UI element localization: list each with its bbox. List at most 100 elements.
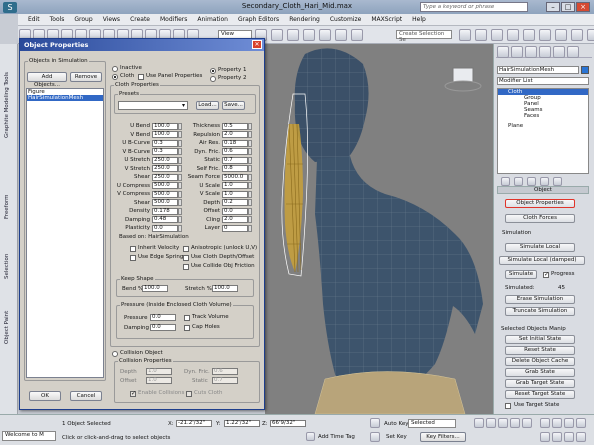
- object-properties-button[interactable]: Object Properties: [505, 199, 575, 208]
- motion-tab-icon[interactable]: [539, 45, 551, 58]
- goto-start-icon[interactable]: [474, 418, 484, 428]
- render-setup-icon[interactable]: [571, 29, 583, 41]
- menu-views[interactable]: Views: [103, 16, 120, 23]
- maxscript-listener[interactable]: Welcome to M: [2, 431, 56, 441]
- tab-freeform[interactable]: Freeform: [4, 195, 10, 220]
- configure-sets-icon[interactable]: [553, 176, 562, 186]
- simulate-button[interactable]: Simulate: [505, 270, 537, 279]
- spinner-arrows-icon[interactable]: [178, 139, 182, 147]
- angle-snap-icon[interactable]: [303, 29, 315, 41]
- menu-help[interactable]: Help: [412, 16, 426, 23]
- use-edge-springs-checkbox[interactable]: [130, 255, 136, 261]
- spinner-arrows-icon[interactable]: [248, 182, 252, 190]
- use-collide-friction-checkbox[interactable]: [183, 264, 189, 270]
- set-key-icon[interactable]: [370, 432, 380, 442]
- set-key-button[interactable]: Set Key: [386, 434, 407, 440]
- max-toggle-icon[interactable]: [576, 432, 586, 442]
- reset-target-state-button[interactable]: Reset Target State: [505, 390, 575, 399]
- spinner-arrows-icon[interactable]: [178, 165, 182, 173]
- show-end-result-icon[interactable]: [514, 176, 523, 186]
- cancel-button[interactable]: Cancel: [70, 391, 102, 401]
- use-target-state-checkbox[interactable]: [505, 403, 511, 409]
- coord-x-field[interactable]: -21.2'/32": [176, 420, 212, 427]
- param-spinner[interactable]: 0: [222, 224, 248, 232]
- make-unique-icon[interactable]: [527, 176, 536, 186]
- menu-animation[interactable]: Animation: [197, 16, 228, 23]
- anisotropic-checkbox[interactable]: [183, 246, 189, 252]
- param-spinner[interactable]: 0.178: [152, 207, 178, 215]
- spinner-arrows-icon[interactable]: [178, 182, 182, 190]
- spinner-arrows-icon[interactable]: [178, 148, 182, 156]
- named-selection-sets[interactable]: Create Selection Se: [396, 30, 452, 43]
- graphite-icon[interactable]: [507, 29, 519, 41]
- collision-depth-spinner[interactable]: 1.0: [146, 368, 172, 375]
- simulate-local-damped-button[interactable]: Simulate Local (damped): [499, 256, 585, 265]
- modify-tab-icon[interactable]: [511, 45, 523, 58]
- param-spinner[interactable]: 500.0: [152, 190, 178, 198]
- delete-object-cache-button[interactable]: Delete Object Cache: [505, 357, 575, 366]
- menu-modifiers[interactable]: Modifiers: [160, 16, 187, 23]
- param-spinner[interactable]: 0.8: [222, 165, 248, 173]
- remove-modifier-icon[interactable]: [540, 176, 549, 186]
- track-volume-checkbox[interactable]: [184, 315, 190, 321]
- viewcube-icon[interactable]: [444, 67, 482, 92]
- object-name-field[interactable]: HairSimulationMesh: [497, 66, 579, 74]
- next-frame-icon[interactable]: [510, 418, 520, 428]
- progress-checkbox[interactable]: [543, 271, 549, 278]
- param-spinner[interactable]: 500.0: [152, 199, 178, 207]
- spinner-arrows-icon[interactable]: [178, 131, 182, 139]
- pin-stack-icon[interactable]: [501, 176, 510, 186]
- spinner-arrows-icon[interactable]: [248, 156, 252, 164]
- menu-tools[interactable]: Tools: [50, 16, 65, 23]
- save-preset-button[interactable]: Save...: [222, 101, 245, 110]
- spinner-arrows-icon[interactable]: [248, 199, 252, 207]
- dialog-close-button[interactable]: ✕: [252, 40, 262, 49]
- collision-dynfric-spinner[interactable]: 0.6: [212, 368, 238, 375]
- param-spinner[interactable]: 0.7: [222, 156, 248, 164]
- reset-state-button[interactable]: Reset State: [505, 346, 575, 355]
- spinner-snap-icon[interactable]: [335, 29, 347, 41]
- align-icon[interactable]: [475, 29, 487, 41]
- auto-key-mode-select[interactable]: Selected: [408, 419, 456, 428]
- mirror-icon[interactable]: [459, 29, 471, 41]
- enable-collisions-checkbox[interactable]: [130, 390, 136, 397]
- hierarchy-tab-icon[interactable]: [525, 45, 537, 58]
- param-spinner[interactable]: 2.0: [222, 131, 248, 139]
- spinner-arrows-icon[interactable]: [248, 190, 252, 198]
- zoom-icon[interactable]: [540, 418, 550, 428]
- pressure-spinner[interactable]: 0.0: [150, 314, 176, 321]
- spinner-arrows-icon[interactable]: [248, 122, 252, 130]
- menu-create[interactable]: Create: [130, 16, 150, 23]
- display-tab-icon[interactable]: [553, 45, 565, 58]
- cuts-cloth-checkbox[interactable]: [186, 391, 192, 397]
- param-spinner[interactable]: 0.3: [152, 148, 178, 156]
- spinner-arrows-icon[interactable]: [248, 207, 252, 215]
- inactive-radio[interactable]: [112, 66, 118, 72]
- param-spinner[interactable]: 0.3: [152, 139, 178, 147]
- param-spinner[interactable]: 0.2: [222, 199, 248, 207]
- coord-z-field[interactable]: 66'9/32": [270, 420, 306, 427]
- param-spinner[interactable]: 0.48: [152, 216, 178, 224]
- param-spinner[interactable]: 5000.0: [222, 173, 248, 181]
- param-spinner[interactable]: 250.0: [152, 173, 178, 181]
- param-spinner[interactable]: 0.18: [222, 139, 248, 147]
- menu-rendering[interactable]: Rendering: [289, 16, 320, 23]
- inherit-velocity-checkbox[interactable]: [130, 246, 136, 252]
- simulate-local-button[interactable]: Simulate Local: [505, 243, 575, 252]
- tab-graphite-modeling[interactable]: Graphite Modeling Tools: [4, 72, 10, 138]
- select-manipulate-icon[interactable]: [271, 29, 283, 41]
- modifier-list-dropdown[interactable]: Modifier List: [497, 77, 589, 85]
- property2-radio[interactable]: [210, 76, 216, 82]
- goto-end-icon[interactable]: [522, 418, 532, 428]
- orbit-icon[interactable]: [564, 432, 574, 442]
- grab-state-button[interactable]: Grab State: [505, 368, 575, 377]
- spinner-arrows-icon[interactable]: [178, 216, 182, 224]
- spinner-arrows-icon[interactable]: [248, 148, 252, 156]
- damping-spinner[interactable]: 0.0: [150, 324, 176, 331]
- maximize-button[interactable]: □: [561, 2, 575, 12]
- load-preset-button[interactable]: Load...: [196, 101, 219, 110]
- zoom-extents-icon[interactable]: [564, 418, 574, 428]
- tab-selection[interactable]: Selection: [4, 254, 10, 279]
- set-initial-state-button[interactable]: Set Initial State: [505, 335, 575, 344]
- object-rollout-header[interactable]: Object: [497, 186, 589, 194]
